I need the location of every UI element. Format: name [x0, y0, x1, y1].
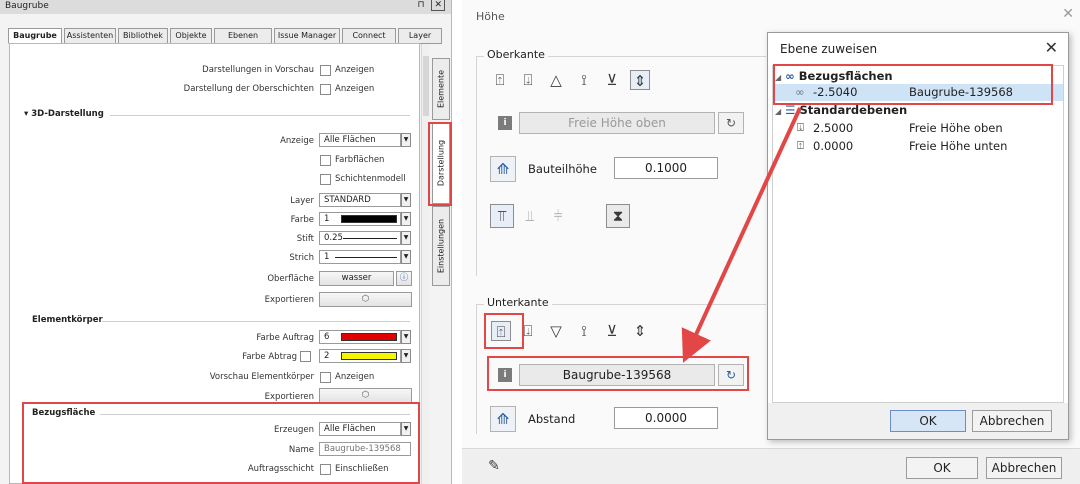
annotation-arrow	[681, 107, 802, 363]
